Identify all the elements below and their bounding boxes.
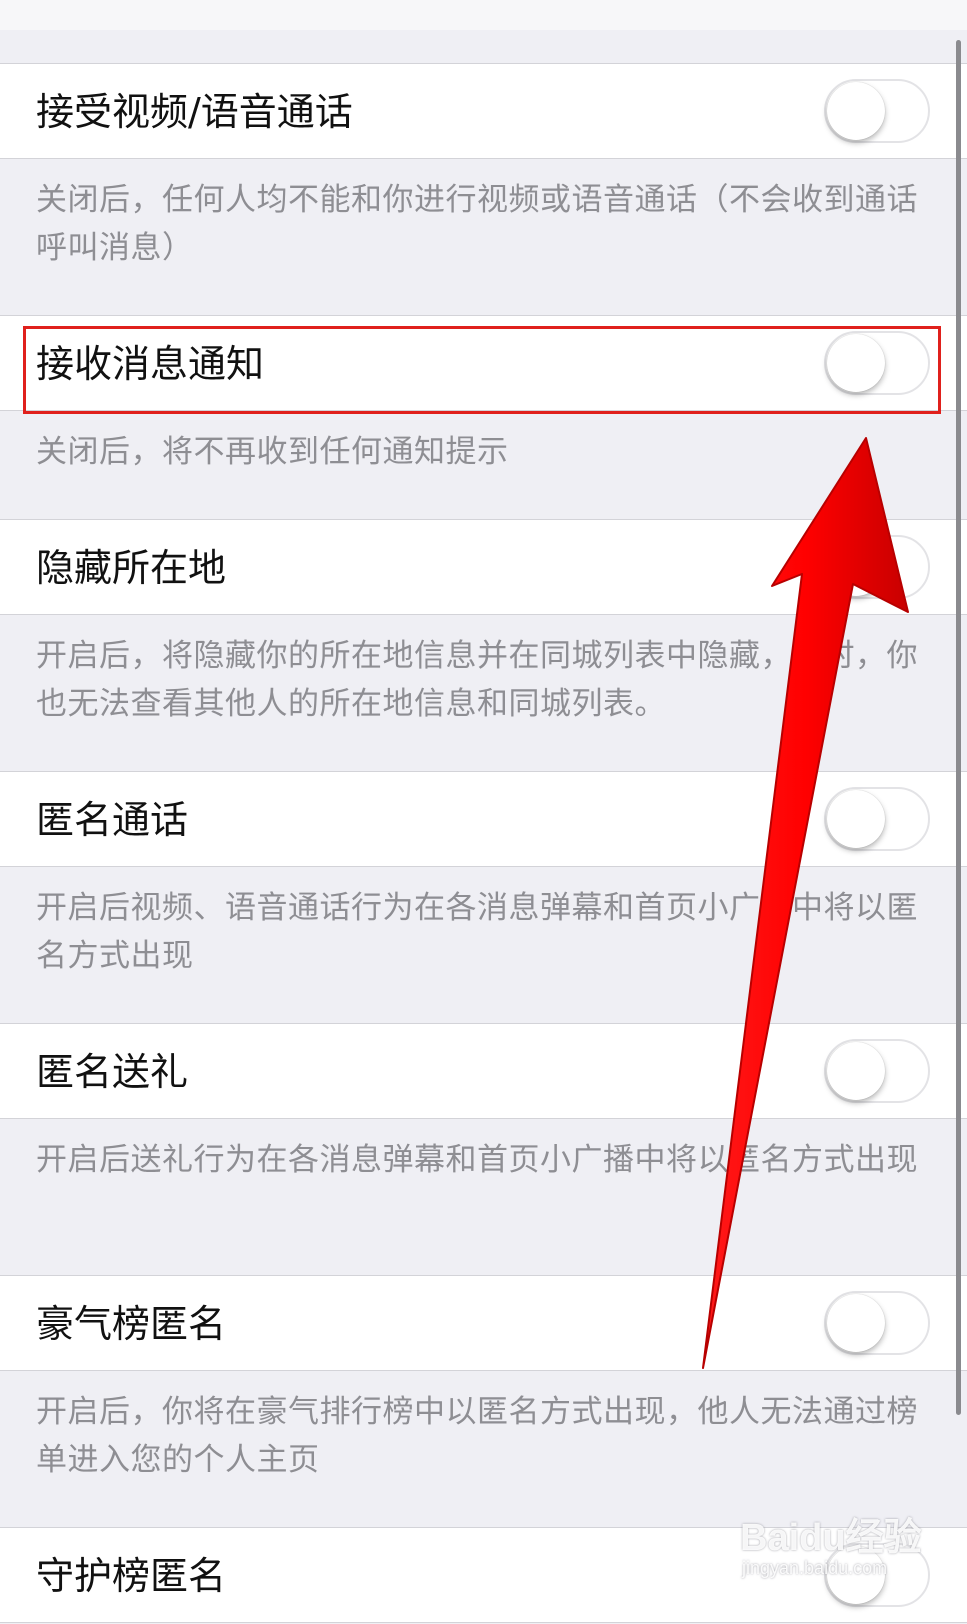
watermark-logo: Baidu经验 jingyan.baidu.com [740, 1500, 965, 1590]
setting-label: 接受视频/语音通话 [36, 90, 353, 134]
toggle-knob [827, 1294, 885, 1352]
setting-label: 匿名通话 [36, 798, 189, 842]
setting-description: 开启后，你将在豪气排行榜中以匿名方式出现，他人无法通过榜单进入您的个人主页 [36, 1394, 918, 1478]
setting-label: 守护榜匿名 [36, 1554, 227, 1598]
setting-row-anonymous-gift[interactable]: 匿名送礼 [0, 1023, 967, 1119]
setting-label: 匿名送礼 [36, 1050, 189, 1094]
setting-label: 接收消息通知 [36, 342, 265, 386]
toggle-knob [827, 538, 885, 596]
video-voice-call-toggle[interactable] [824, 79, 930, 143]
scroll-indicator[interactable] [956, 40, 961, 1415]
toggle-knob [827, 82, 885, 140]
setting-description: 关闭后，将不再收到任何通知提示 [36, 434, 509, 470]
watermark-url: jingyan.baidu.com [742, 1558, 888, 1578]
watermark-brand: Baidu经验 [740, 1517, 922, 1559]
setting-description: 关闭后，任何人均不能和你进行视频或语音通话（不会收到通话呼叫消息） [36, 182, 918, 266]
setting-description: 开启后送礼行为在各消息弹幕和首页小广播中将以匿名方式出现 [36, 1142, 918, 1178]
setting-row-generous-rank-anonymous[interactable]: 豪气榜匿名 [0, 1275, 967, 1371]
message-notification-toggle[interactable] [824, 331, 930, 395]
setting-label: 隐藏所在地 [36, 546, 227, 590]
anonymous-call-toggle[interactable] [824, 787, 930, 851]
hide-location-toggle[interactable] [824, 535, 930, 599]
setting-description: 开启后视频、语音通话行为在各消息弹幕和首页小广播中将以匿名方式出现 [36, 890, 918, 974]
setting-row-message-notification[interactable]: 接收消息通知 [0, 315, 967, 411]
setting-row-anonymous-call[interactable]: 匿名通话 [0, 771, 967, 867]
toggle-knob [827, 790, 885, 848]
toggle-knob [827, 334, 885, 392]
setting-label: 豪气榜匿名 [36, 1302, 227, 1346]
status-bar-area [0, 0, 967, 30]
setting-row-video-voice-call[interactable]: 接受视频/语音通话 [0, 63, 967, 159]
setting-row-hide-location[interactable]: 隐藏所在地 [0, 519, 967, 615]
toggle-knob [827, 1042, 885, 1100]
generous-rank-anonymous-toggle[interactable] [824, 1291, 930, 1355]
setting-description: 开启后，将隐藏你的所在地信息并在同城列表中隐藏，同时，你也无法查看其他人的所在地… [36, 638, 918, 722]
anonymous-gift-toggle[interactable] [824, 1039, 930, 1103]
